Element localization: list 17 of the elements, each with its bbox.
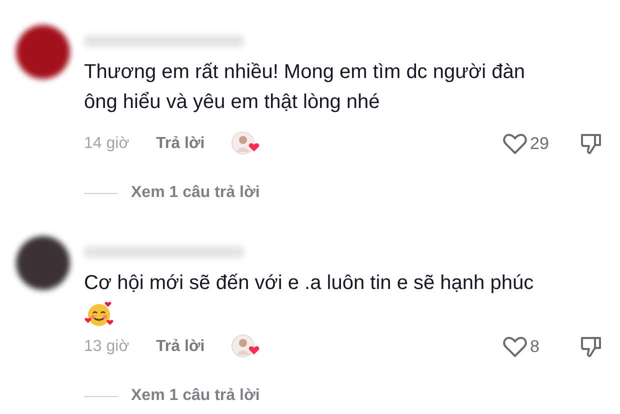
reply-button[interactable]: Trả lời (156, 335, 205, 359)
heart-icon[interactable] (503, 133, 527, 155)
comment-text: Cơ hội mới sẽ đến với e .a luôn tin e sẽ hạnh phúc (84, 271, 535, 296)
comment-text: Thương em rất nhiều! Mong em tìm dc người đàn ông hiểu và yêu em thật lòng nhé (84, 60, 526, 115)
smiling-face-icon (84, 300, 114, 328)
user-avatar[interactable] (16, 236, 70, 290)
like-count: 8 (530, 336, 540, 358)
comment-time: 14 giờ (84, 134, 130, 154)
user-avatar[interactable] (16, 25, 70, 79)
dislike-icon[interactable] (580, 132, 602, 156)
dislike-icon[interactable] (580, 335, 602, 359)
like-count: 29 (530, 133, 550, 156)
comment-time: 13 giờ (84, 337, 130, 357)
view-replies-link[interactable]: Xem 1 câu trả lời (131, 181, 260, 205)
reply-button[interactable]: Trả lời (156, 132, 205, 156)
heart-icon[interactable] (503, 336, 527, 358)
view-replies-link[interactable]: Xem 1 câu trả lời (131, 384, 260, 408)
